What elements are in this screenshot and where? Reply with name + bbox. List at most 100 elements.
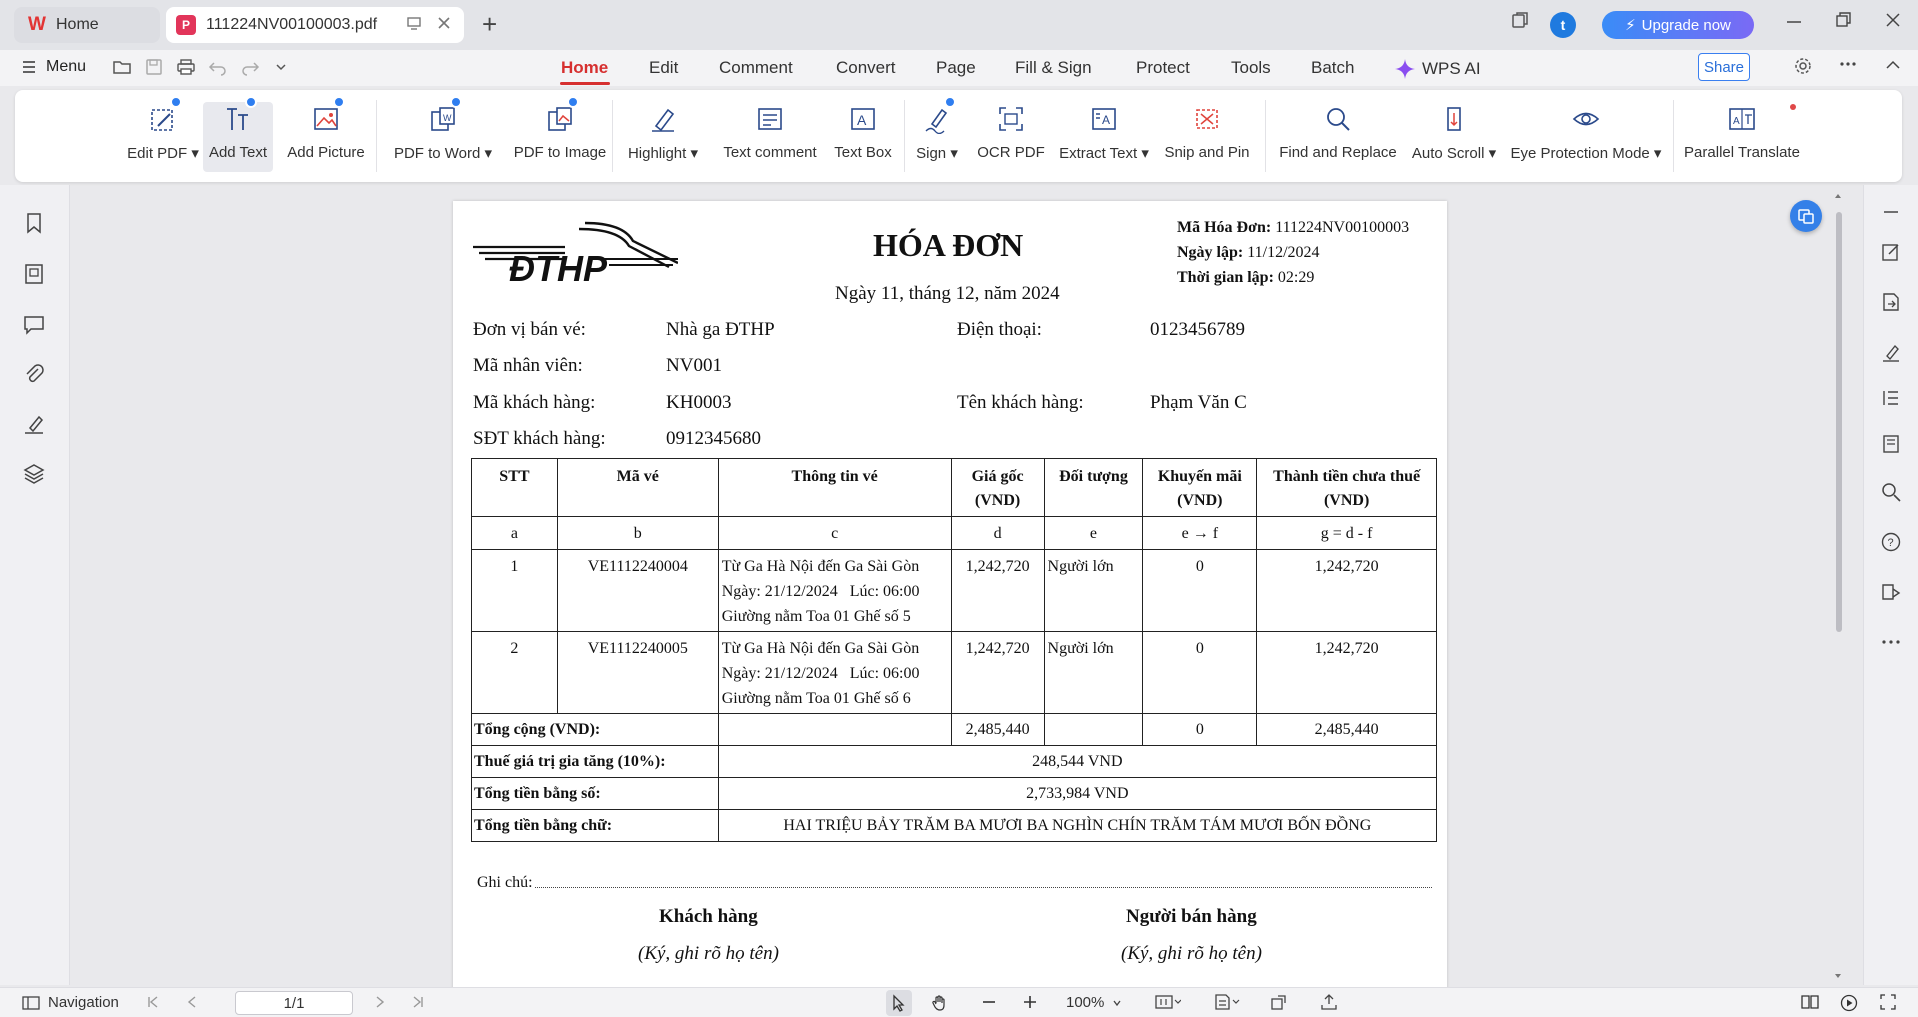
status-bar: Navigation 1/1 100% [0, 987, 1918, 1017]
hand-tool-icon[interactable] [931, 994, 949, 1012]
first-page-icon[interactable] [145, 994, 161, 1010]
collapse-ribbon-icon[interactable] [1884, 56, 1902, 74]
new-tab-button[interactable]: + [482, 10, 497, 38]
select-cursor-icon[interactable] [891, 994, 907, 1012]
text-box-button[interactable]: A Text Box [830, 102, 896, 172]
tab-window-icon[interactable] [406, 15, 422, 31]
pdf-page: ĐTHP HÓA ĐƠN Ngày 11, tháng 12, năm 2024… [453, 201, 1447, 991]
parallel-translate-button[interactable]: A Parallel Translate [1684, 102, 1800, 172]
print-icon[interactable] [176, 58, 196, 76]
settings-gear-icon[interactable] [1793, 56, 1813, 76]
book-icon[interactable] [1880, 433, 1904, 457]
edit-pdf-button[interactable]: Edit PDF ▾ [121, 96, 205, 172]
customer-id-label: Mã khách hàng: [473, 392, 596, 413]
zoom-in-icon[interactable] [1022, 994, 1038, 1010]
thumbnail-icon[interactable] [22, 262, 48, 288]
more-tools-icon[interactable] [1880, 631, 1904, 655]
document-tab[interactable]: P 111224NV00100003.pdf [166, 7, 464, 43]
save-icon[interactable] [145, 58, 163, 76]
extract-text-button[interactable]: A Extract Text ▾ [1058, 102, 1150, 172]
add-picture-button[interactable]: Add Picture [282, 96, 370, 172]
ribbon-toolbar: Edit PDF ▾ Add Text Add Picture W PDF to… [15, 90, 1902, 182]
zoom-level-dropdown[interactable]: 100% [1066, 994, 1122, 1011]
ocr-pdf-button[interactable]: OCR PDF [977, 102, 1045, 172]
chevron-down-icon[interactable] [274, 58, 288, 76]
row-stt: 1 [471, 549, 558, 632]
tab-wps-ai[interactable]: WPS AI [1394, 58, 1481, 80]
play-slideshow-icon[interactable] [1840, 994, 1858, 1012]
tab-fill-sign[interactable]: Fill & Sign [1015, 58, 1092, 78]
navigation-toggle[interactable]: Navigation [22, 994, 119, 1011]
ribbon-separator [1265, 100, 1266, 172]
parallel-translate-label: Parallel Translate [1684, 144, 1800, 161]
close-window-icon[interactable] [1884, 10, 1902, 30]
col-header-ma-ve: Mã vé [556, 458, 719, 517]
hamburger-icon [22, 60, 36, 74]
signature-icon[interactable] [22, 412, 48, 438]
zoom-out-icon[interactable] [981, 994, 997, 1010]
page-fit-icon[interactable] [1155, 994, 1181, 1010]
code-cell: c [717, 516, 952, 550]
undo-icon[interactable] [208, 58, 228, 76]
edit-pdf-icon [146, 96, 182, 136]
bookmark-icon[interactable] [22, 211, 48, 237]
attachment-icon[interactable] [22, 362, 48, 388]
floating-translate-button[interactable] [1790, 200, 1822, 232]
search-panel-icon[interactable] [1880, 481, 1904, 505]
tab-tools[interactable]: Tools [1231, 58, 1271, 78]
restore-icon[interactable] [1835, 10, 1853, 30]
page-layout-icon[interactable] [1214, 994, 1240, 1010]
pdf-to-word-button[interactable]: W PDF to Word ▾ [388, 96, 498, 172]
home-tab[interactable]: W Home [14, 7, 160, 43]
tab-batch[interactable]: Batch [1311, 58, 1354, 78]
tab-page[interactable]: Page [936, 58, 976, 78]
upgrade-button[interactable]: ⚡ Upgrade now [1602, 11, 1754, 39]
eye-protection-button[interactable]: Eye Protection Mode ▾ [1505, 102, 1667, 172]
layers-icon[interactable] [22, 462, 48, 488]
rotate-page-icon[interactable] [1270, 994, 1288, 1010]
help-icon[interactable]: ? [1880, 531, 1904, 555]
comment-icon[interactable] [22, 312, 48, 338]
export-upload-icon[interactable] [1320, 994, 1338, 1010]
outline-list-icon[interactable] [1880, 387, 1904, 411]
pdf-to-image-button[interactable]: PDF to Image [503, 96, 617, 172]
close-tab-icon[interactable] [436, 15, 452, 31]
open-folder-icon[interactable] [112, 58, 132, 76]
next-page-icon[interactable] [372, 994, 388, 1010]
reading-mode-icon[interactable] [1800, 994, 1820, 1010]
scrollbar-thumb[interactable] [1836, 212, 1842, 632]
tab-protect[interactable]: Protect [1136, 58, 1190, 78]
tab-comment[interactable]: Comment [719, 58, 793, 78]
window-switch-icon[interactable] [1510, 10, 1530, 30]
tab-home[interactable]: Home [561, 58, 608, 78]
snip-and-pin-button[interactable]: Snip and Pin [1163, 102, 1251, 172]
edit-note-icon[interactable] [1880, 241, 1904, 265]
add-text-button[interactable]: Add Text [203, 96, 273, 172]
user-avatar[interactable]: t [1550, 12, 1576, 38]
page-number-input[interactable]: 1/1 [235, 991, 353, 1015]
share-button[interactable]: Share [1698, 53, 1750, 81]
redo-icon[interactable] [240, 58, 260, 76]
last-page-icon[interactable] [410, 994, 426, 1010]
more-options-icon[interactable] [1838, 54, 1858, 74]
fullscreen-icon[interactable] [1880, 994, 1896, 1010]
reading-icon[interactable] [1880, 581, 1904, 605]
highlight-button[interactable]: Highlight ▾ [623, 102, 703, 172]
row-base-price: 1,242,720 [950, 631, 1045, 714]
collapse-panel-icon[interactable] [1880, 201, 1904, 225]
vat-label: Thuế giá trị gia tăng (10%): [471, 745, 719, 778]
text-comment-button[interactable]: Text comment [718, 102, 822, 172]
previous-page-icon[interactable] [184, 994, 200, 1010]
main-menu-button[interactable]: Menu [22, 58, 86, 76]
sign-button[interactable]: Sign ▾ [912, 96, 962, 172]
export-document-icon[interactable] [1880, 291, 1904, 315]
tab-convert[interactable]: Convert [836, 58, 896, 78]
auto-scroll-button[interactable]: Auto Scroll ▾ [1408, 102, 1500, 172]
sign-pen-icon[interactable] [1880, 341, 1904, 365]
seller-label: Đơn vị bán vé: [473, 319, 586, 340]
note-label: Ghi chú: [477, 874, 533, 891]
minimize-icon[interactable] [1785, 10, 1803, 30]
find-replace-button[interactable]: Find and Replace [1278, 102, 1398, 172]
extract-text-label: Extract Text ▾ [1059, 145, 1149, 162]
tab-edit[interactable]: Edit [649, 58, 678, 78]
